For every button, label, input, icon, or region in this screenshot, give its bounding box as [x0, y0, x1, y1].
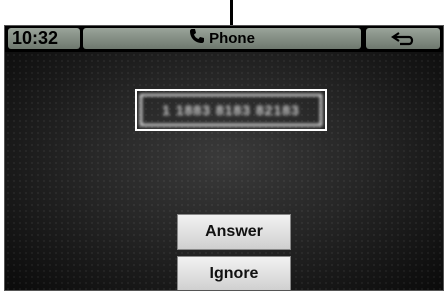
screen-background — [5, 52, 443, 290]
back-arrow-icon — [391, 32, 414, 46]
caller-number: 1 1883 8183 82183 — [140, 94, 322, 126]
ignore-button[interactable]: Ignore — [177, 256, 291, 290]
status-bar: 10:32 Phone — [5, 26, 443, 52]
title-bar: Phone — [83, 28, 361, 49]
answer-button[interactable]: Answer — [177, 214, 291, 250]
page-title: Phone — [209, 30, 255, 47]
back-button[interactable] — [366, 28, 440, 49]
phone-screen: 10:32 Phone 1 1883 8183 82183 Answer Ign… — [4, 25, 444, 291]
caller-number-display: 1 1883 8183 82183 — [135, 89, 327, 131]
clock: 10:32 — [8, 28, 80, 49]
phone-handset-icon — [189, 28, 205, 50]
